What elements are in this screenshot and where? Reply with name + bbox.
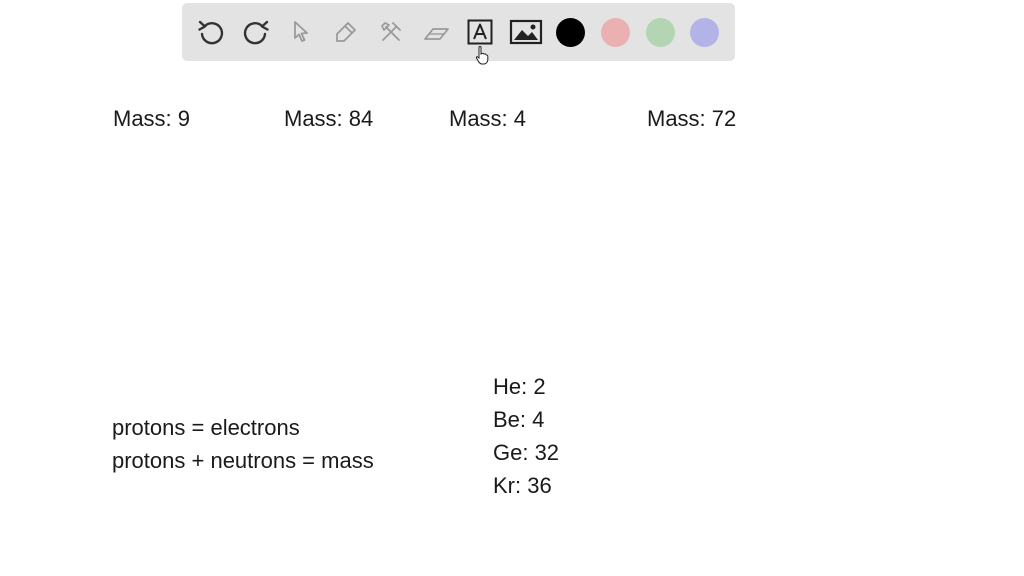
redo-icon <box>243 20 269 45</box>
image-tool-button[interactable] <box>507 13 545 51</box>
text-box-icon <box>467 19 493 45</box>
redo-button[interactable] <box>237 13 275 51</box>
eraser-icon <box>424 28 449 40</box>
undo-button[interactable] <box>192 13 230 51</box>
image-icon <box>509 19 543 45</box>
tools-icon <box>381 22 401 41</box>
note-protons-electrons: protons = electrons <box>112 415 300 440</box>
mass-label-3: Mass: 4 <box>449 106 527 131</box>
whiteboard-canvas[interactable]: Mass: 9 Mass: 84 Mass: 4 Mass: 72 proton… <box>0 0 1024 576</box>
mass-label-2: Mass: 84 <box>284 106 374 131</box>
undo-icon <box>198 20 224 45</box>
pen-tool-button[interactable] <box>327 13 365 51</box>
note-mass-formula: protons + neutrons = mass <box>112 448 374 473</box>
pen-icon <box>336 22 356 42</box>
mass-label-4: Mass: 72 <box>647 106 737 131</box>
color-swatch-black[interactable] <box>556 18 585 47</box>
select-tool-button[interactable] <box>282 13 320 51</box>
color-swatch-red[interactable] <box>601 18 630 47</box>
eraser-tool-button[interactable] <box>417 13 455 51</box>
shapes-tool-button[interactable] <box>372 13 410 51</box>
element-he: He: 2 <box>493 374 546 399</box>
drawing-toolbar <box>182 3 735 61</box>
mass-label-1: Mass: 9 <box>113 106 191 131</box>
color-swatch-green[interactable] <box>646 18 675 47</box>
hand-pointer-icon <box>475 46 489 65</box>
element-be: Be: 4 <box>493 407 545 432</box>
select-arrow-icon <box>294 21 308 42</box>
element-ge: Ge: 32 <box>493 440 560 465</box>
element-kr: Kr: 36 <box>493 473 552 498</box>
color-swatch-blue[interactable] <box>690 18 719 47</box>
